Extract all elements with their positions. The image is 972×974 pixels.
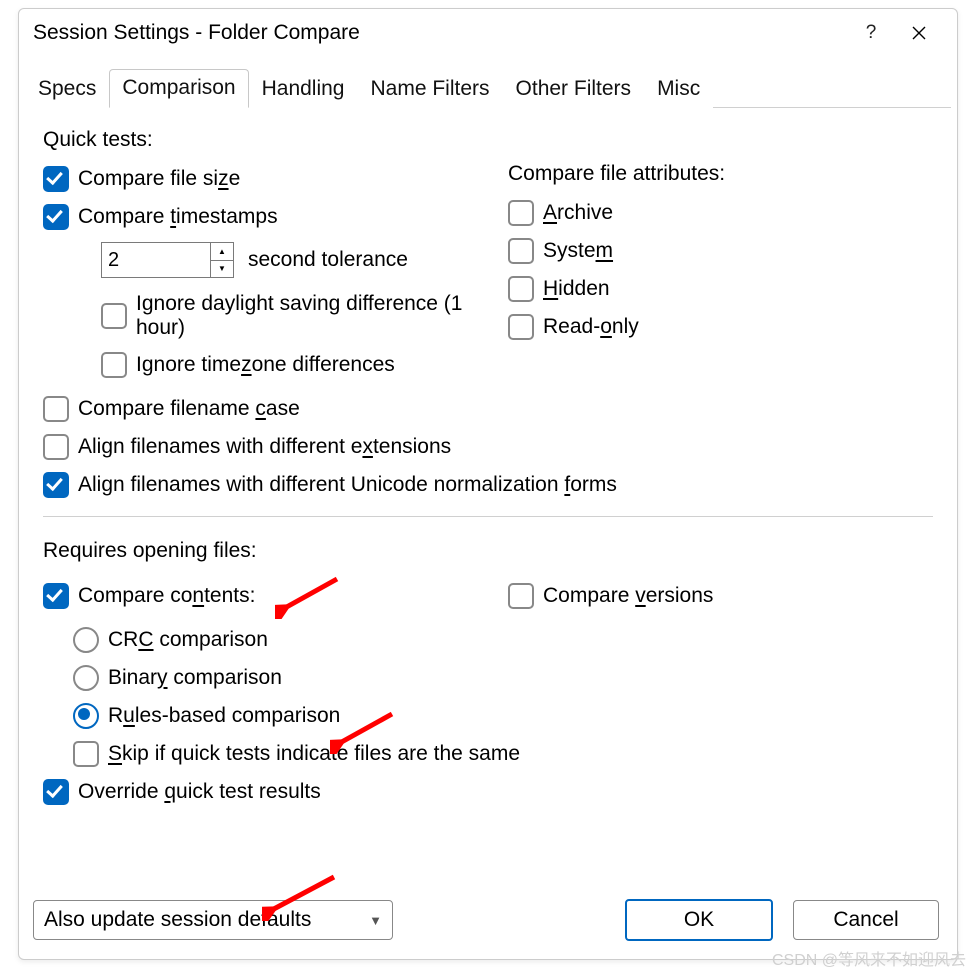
compare-timestamps-label: Compare timestamps xyxy=(78,205,278,229)
requires-heading: Requires opening files: xyxy=(43,539,933,563)
compare-file-size-checkbox[interactable] xyxy=(43,166,69,192)
align-unicode-checkbox[interactable] xyxy=(43,472,69,498)
skip-checkbox[interactable] xyxy=(73,741,99,767)
ignore-dst-checkbox[interactable] xyxy=(101,303,127,329)
tab-specs[interactable]: Specs xyxy=(25,70,109,108)
archive-checkbox[interactable] xyxy=(508,200,534,226)
binary-label: Binary comparison xyxy=(108,666,282,690)
session-settings-dialog: Session Settings - Folder Compare ? Spec… xyxy=(18,8,958,960)
hidden-checkbox[interactable] xyxy=(508,276,534,302)
rules-label: Rules-based comparison xyxy=(108,704,340,728)
window-title: Session Settings - Folder Compare xyxy=(33,21,847,45)
compare-contents-label: Compare contents: xyxy=(78,584,255,608)
compare-timestamps-checkbox[interactable] xyxy=(43,204,69,230)
align-extensions-checkbox[interactable] xyxy=(43,434,69,460)
ignore-timezone-checkbox[interactable] xyxy=(101,352,127,378)
compare-contents-checkbox[interactable] xyxy=(43,583,69,609)
watermark: CSDN @等风来不如迎风去 xyxy=(772,946,966,970)
help-icon[interactable]: ? xyxy=(847,15,895,51)
tab-other-filters[interactable]: Other Filters xyxy=(503,70,645,108)
tab-handling[interactable]: Handling xyxy=(249,70,358,108)
compare-case-checkbox[interactable] xyxy=(43,396,69,422)
skip-label: Skip if quick tests indicate files are t… xyxy=(108,742,520,766)
section-divider xyxy=(43,516,933,517)
readonly-label: Read-only xyxy=(543,315,639,339)
tolerance-spinner[interactable]: ▲ ▼ xyxy=(101,242,234,278)
readonly-checkbox[interactable] xyxy=(508,314,534,340)
archive-label: Archive xyxy=(543,201,613,225)
tolerance-suffix-label: second tolerance xyxy=(248,248,408,272)
tolerance-input[interactable] xyxy=(102,243,210,277)
tolerance-down-icon[interactable]: ▼ xyxy=(211,261,233,278)
chevron-down-icon: ▼ xyxy=(369,913,382,928)
titlebar: Session Settings - Folder Compare ? xyxy=(19,9,957,53)
align-extensions-label: Align filenames with different extension… xyxy=(78,435,451,459)
compare-versions-checkbox[interactable] xyxy=(508,583,534,609)
ignore-timezone-label: Ignore timezone differences xyxy=(136,353,395,377)
hidden-label: Hidden xyxy=(543,277,610,301)
crc-radio[interactable] xyxy=(73,627,99,653)
compare-case-label: Compare filename case xyxy=(78,397,300,421)
tab-misc[interactable]: Misc xyxy=(644,70,713,108)
tab-strip: Specs Comparison Handling Name Filters O… xyxy=(25,65,951,108)
tolerance-up-icon[interactable]: ▲ xyxy=(211,243,233,261)
override-checkbox[interactable] xyxy=(43,779,69,805)
align-unicode-label: Align filenames with different Unicode n… xyxy=(78,473,617,497)
session-defaults-combo[interactable]: Also update session defaults ▼ xyxy=(33,900,393,940)
crc-label: CRC comparison xyxy=(108,628,268,652)
rules-radio[interactable] xyxy=(73,703,99,729)
binary-radio[interactable] xyxy=(73,665,99,691)
close-icon[interactable] xyxy=(895,15,943,51)
session-defaults-value: Also update session defaults xyxy=(44,908,311,932)
attributes-heading: Compare file attributes: xyxy=(508,162,933,186)
content-panel: Quick tests: Compare file size Compare t… xyxy=(19,108,957,887)
tab-comparison[interactable]: Comparison xyxy=(109,69,248,108)
compare-versions-label: Compare versions xyxy=(543,584,713,608)
override-label: Override quick test results xyxy=(78,780,321,804)
compare-file-size-label: Compare file size xyxy=(78,167,240,191)
system-label: System xyxy=(543,239,613,263)
ignore-dst-label: Ignore daylight saving difference (1 hou… xyxy=(136,292,468,340)
system-checkbox[interactable] xyxy=(508,238,534,264)
quick-tests-heading: Quick tests: xyxy=(43,128,468,152)
cancel-button[interactable]: Cancel xyxy=(793,900,939,940)
ok-button[interactable]: OK xyxy=(625,899,773,941)
tab-name-filters[interactable]: Name Filters xyxy=(358,70,503,108)
